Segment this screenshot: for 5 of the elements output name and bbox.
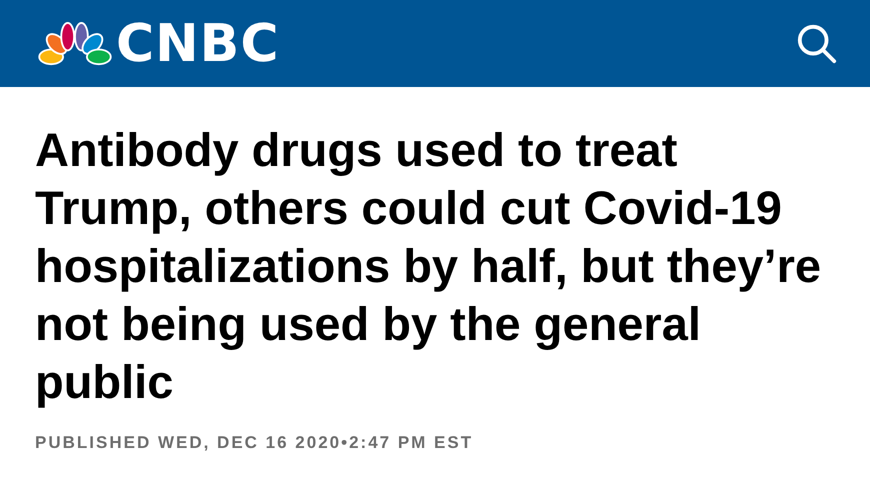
published-date: PUBLISHED WED, DEC 16 2020•2:47 PM EST [35, 433, 474, 453]
search-icon[interactable] [796, 22, 838, 64]
article-headline: Antibody drugs used to treat Trump, others could cut Covid-19 hospitalizations by half, but they’re not being used by the general public [35, 122, 822, 410]
logo-wordmark[interactable]: CNBC [116, 18, 280, 70]
peacock-logo-icon [38, 22, 112, 66]
